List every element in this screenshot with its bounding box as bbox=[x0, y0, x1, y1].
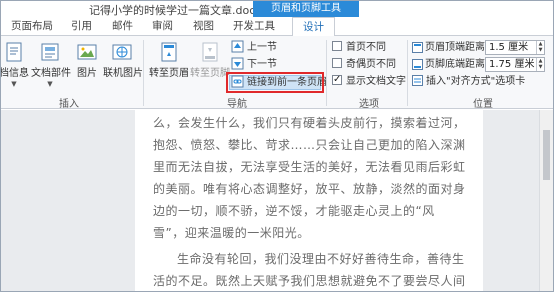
goto-footer-icon bbox=[202, 42, 218, 62]
group-divider bbox=[407, 40, 408, 106]
goto-footer-button[interactable]: 转至页脚 bbox=[190, 40, 230, 88]
pictures-button[interactable]: 图片 bbox=[68, 40, 106, 88]
goto-header-label: 转至页眉 bbox=[149, 68, 189, 79]
tab-design[interactable]: 设计 bbox=[292, 17, 335, 37]
quick-parts-label: 文档部件 bbox=[31, 68, 71, 79]
header-distance-value: 1.5 厘米 bbox=[489, 42, 529, 53]
different-first-page-label: 首页不同 bbox=[346, 42, 386, 53]
insert-alignment-tab-button[interactable]: 插入"对齐方式"选项卡 bbox=[412, 74, 525, 89]
footer-distance-label: 页脚底端距离: bbox=[425, 59, 489, 70]
body-text-line: 么，会发生什么，我们只有硬着头皮前行，摸索着过河， bbox=[153, 116, 466, 130]
previous-section-button[interactable]: 上一节 bbox=[231, 40, 277, 55]
body-text-line: 的美丽。唯有将心态调整好，放平、放静，淡然的面对身 bbox=[153, 182, 466, 196]
checkbox-box bbox=[332, 41, 342, 51]
ribbon: 档信息 ▼ 文档部件 ▼ 图片 联机图片 插入 转至页眉 转至页脚 上一节 下一… bbox=[0, 36, 553, 110]
previous-section-label: 上一节 bbox=[247, 42, 277, 53]
goto-header-icon bbox=[161, 42, 177, 62]
next-section-button[interactable]: 下一节 bbox=[231, 57, 277, 72]
tab-mailings[interactable]: 邮件 bbox=[112, 17, 133, 36]
group-divider bbox=[326, 40, 327, 106]
tab-developer[interactable]: 开发工具 bbox=[233, 17, 275, 36]
quick-parts-button[interactable]: 文档部件 ▼ bbox=[31, 40, 71, 88]
header-distance-row: 页眉顶端距离: bbox=[412, 40, 488, 55]
body-text-line: 生命没有轮回，我们没理由不好好善待生命，善待生 bbox=[177, 252, 465, 266]
footer-distance-value: 1.75 厘米 bbox=[489, 59, 535, 70]
insert-group-label: 插入 bbox=[59, 99, 79, 110]
spinner-arrows-icon[interactable]: ▲ ▼ bbox=[536, 58, 544, 71]
show-document-text-label: 显示文档文字 bbox=[346, 76, 406, 87]
header-footer-tools-header: 页眉和页脚工具 bbox=[253, 1, 359, 17]
group-divider bbox=[143, 40, 144, 106]
ribbon-tabs: 页面布局 引用 邮件 审阅 视图 开发工具 设计 bbox=[1, 17, 553, 37]
tab-page-layout[interactable]: 页面布局 bbox=[11, 17, 53, 36]
different-odd-even-label: 奇偶页不同 bbox=[346, 59, 396, 70]
online-pictures-button[interactable]: 联机图片 bbox=[103, 40, 143, 88]
title-bar: 记得小学的时候学过一篇文章.docx - Word 页眉和页脚工具 bbox=[1, 1, 553, 17]
body-text-line: 抱怨、愤怒、攀比、苛求……只会让自己更加的陷入深渊 bbox=[153, 138, 466, 152]
alignment-tab-icon bbox=[412, 74, 423, 86]
word-window: 记得小学的时候学过一篇文章.docx - Word 页眉和页脚工具 页面布局 引… bbox=[0, 0, 554, 292]
arrow-down-icon bbox=[231, 57, 244, 69]
chevron-down-icon: ▼ bbox=[11, 80, 17, 88]
highlight-annotation-box bbox=[226, 72, 324, 93]
doc-info-icon bbox=[6, 42, 22, 62]
picture-icon bbox=[77, 44, 97, 60]
goto-header-button[interactable]: 转至页眉 bbox=[149, 40, 189, 88]
doc-info-label: 档信息 bbox=[0, 68, 29, 79]
footer-distance-input[interactable]: 1.75 厘米 ▲ ▼ bbox=[485, 57, 545, 72]
nav-group-label: 导航 bbox=[227, 99, 247, 110]
footer-distance-row: 页脚底端距离: bbox=[412, 57, 488, 72]
body-text-line: 边的一切，顺不骄，逆不馁，才能驱走心灵上的“风 bbox=[153, 204, 435, 218]
next-section-label: 下一节 bbox=[247, 59, 277, 70]
online-picture-icon bbox=[112, 44, 132, 60]
header-distance-label: 页眉顶端距离: bbox=[425, 42, 489, 53]
different-first-page-checkbox[interactable]: 首页不同 bbox=[332, 41, 386, 55]
chevron-down-icon: ▼ bbox=[47, 80, 53, 88]
footer-distance-icon bbox=[412, 58, 423, 70]
scrollbar-thumb[interactable] bbox=[543, 130, 550, 180]
checkbox-box-checked bbox=[332, 73, 342, 87]
quick-parts-icon bbox=[41, 43, 59, 61]
tab-review[interactable]: 审阅 bbox=[152, 17, 173, 36]
options-group-label: 选项 bbox=[359, 99, 379, 110]
document-page[interactable]: 么，会发生什么，我们只有硬着头皮前行，摸索着过河， 抱怨、愤怒、攀比、苛求……只… bbox=[135, 110, 483, 291]
body-text-line: 里而无法自拔，无法享受生活的美好，无法看见雨后彩虹 bbox=[153, 160, 466, 174]
pictures-label: 图片 bbox=[77, 68, 97, 79]
tab-view[interactable]: 视图 bbox=[193, 17, 214, 36]
online-pictures-label: 联机图片 bbox=[103, 68, 143, 79]
checkbox-box bbox=[332, 58, 342, 68]
body-text-line: 雪”，迎来温暖的一米阳光。 bbox=[153, 226, 310, 240]
show-document-text-checkbox[interactable]: 显示文档文字 bbox=[332, 73, 406, 89]
tab-references[interactable]: 引用 bbox=[71, 17, 92, 36]
position-group-label: 位置 bbox=[473, 99, 493, 110]
goto-footer-label: 转至页脚 bbox=[190, 68, 230, 79]
header-distance-input[interactable]: 1.5 厘米 ▲ ▼ bbox=[485, 40, 545, 55]
header-distance-icon bbox=[412, 41, 423, 53]
different-odd-even-checkbox[interactable]: 奇偶页不同 bbox=[332, 58, 396, 72]
spinner-arrows-icon[interactable]: ▲ ▼ bbox=[536, 41, 544, 54]
vertical-scrollbar[interactable] bbox=[539, 110, 553, 291]
insert-alignment-tab-label: 插入"对齐方式"选项卡 bbox=[426, 76, 526, 87]
doc-info-button[interactable]: 档信息 ▼ bbox=[0, 40, 33, 88]
body-text-line: 活的不足。既然上天赋予我们思想就避免不了要尝尽人间 bbox=[153, 274, 466, 288]
arrow-up-icon bbox=[231, 40, 244, 52]
